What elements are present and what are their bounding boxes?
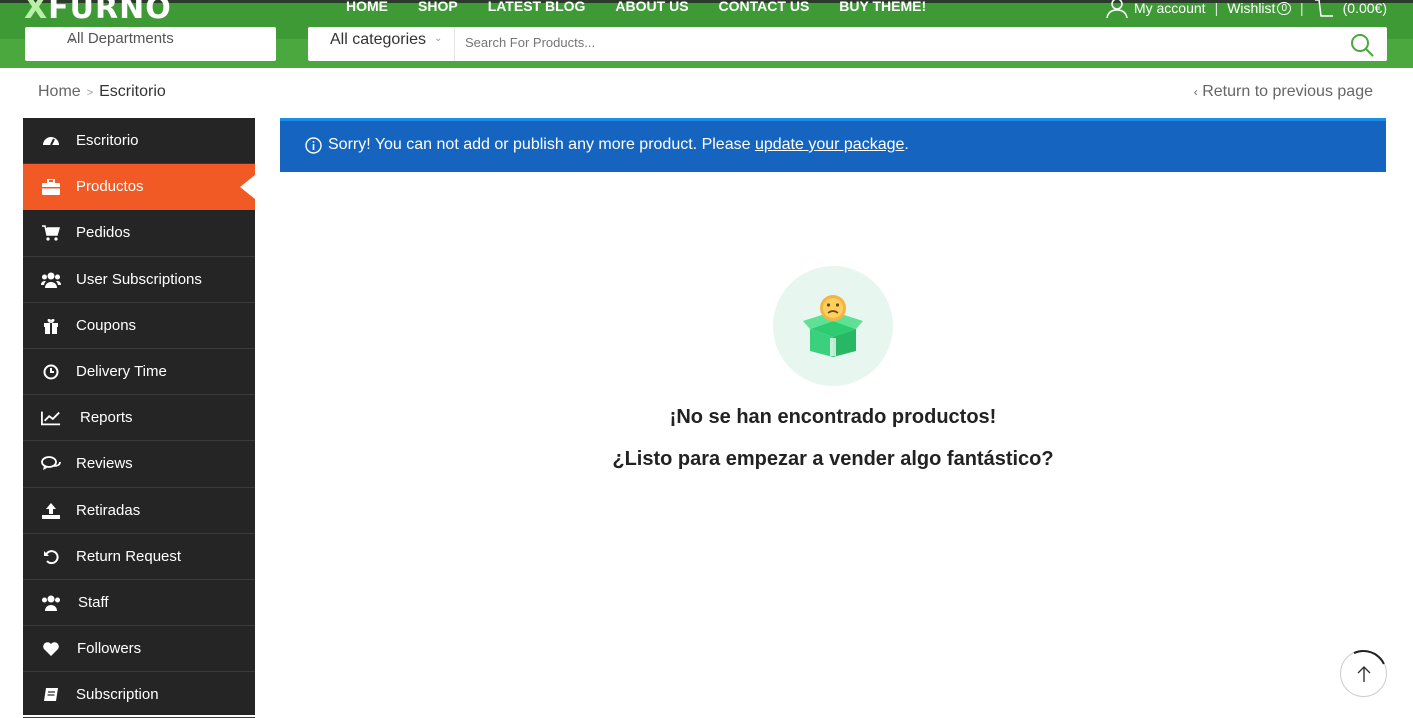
update-package-link[interactable]: update your package [755,136,904,153]
sidebar-item-escritorio[interactable]: Escritorio [23,118,255,165]
sidebar-item-label: Productos [76,178,144,196]
sidebar-item-staff[interactable]: Staff [23,580,255,627]
sidebar-item-label: Reviews [76,455,133,473]
nav-home[interactable]: HOME [346,0,388,14]
sidebar-item-label: Pedidos [76,224,131,242]
sidebar-item-user-subscriptions[interactable]: User Subscriptions [23,257,255,303]
sidebar-item-label: Return Request [76,547,182,565]
sidebar-item-label: Coupons [76,316,137,334]
empty-title: ¡No se han encontrado productos! [669,406,997,428]
scroll-to-top-button[interactable] [1333,643,1394,704]
separator: | [1214,0,1219,16]
users-icon [41,270,61,290]
briefcase-icon [41,177,61,197]
users-icon [41,593,61,613]
breadcrumb: Home > Escritorio [38,83,166,101]
logo-prefix: X [24,0,49,26]
nav-buy-theme[interactable]: BUY THEME! [839,0,926,14]
upload-icon [41,501,61,521]
cart-icon [41,223,61,243]
nav-about-us[interactable]: ABOUT US [615,0,688,14]
notice-end: . [904,136,909,153]
sidebar-item-label: Escritorio [76,132,139,150]
scroll-progress-ring [1333,643,1394,704]
category-select[interactable]: All categories ⌄ [308,27,455,61]
clock-icon [41,362,61,382]
nav-contact-us[interactable]: CONTACT US [719,0,810,14]
cart-total[interactable]: (0.00€) [1343,0,1387,16]
chevron-down-icon: ⌄ [434,33,443,44]
site-logo[interactable]: XFURNO [24,0,172,26]
sidebar-item-followers[interactable]: Followers [23,626,255,673]
empty-box-illustration [773,266,893,386]
sidebar-item-label: Followers [77,640,142,658]
sidebar-item-label: Subscription [76,686,159,704]
info-icon [305,137,322,154]
package-limit-notice: Sorry! You can not add or publish any mo… [280,118,1386,172]
nav-latest-blog[interactable]: LATEST BLOG [488,0,586,14]
chevron-left-icon: ‹ [1193,85,1198,99]
dashboard-icon [41,131,61,151]
search-icon[interactable] [1349,32,1375,58]
search-bar: All categories ⌄ [308,27,1387,61]
departments-dropdown[interactable]: All Departments ⌄ [25,27,276,61]
notice-text: Sorry! You can not add or publish any mo… [328,136,909,154]
sidebar-item-retiradas[interactable]: Retiradas [23,488,255,534]
sidebar-item-reviews[interactable]: Reviews [23,441,255,488]
sidebar-item-label: Reports [80,409,133,427]
logo-text: FURNO [48,0,172,26]
site-header: XFURNO HOME SHOP LATEST BLOG ABOUT US CO… [0,0,1413,68]
heart-icon [41,639,61,659]
sidebar-item-productos[interactable]: Productos [23,164,255,211]
sidebar-item-label: Delivery Time [76,363,167,381]
cart-icon[interactable] [1313,0,1337,18]
nav-shop[interactable]: SHOP [418,0,458,14]
sidebar-item-pedidos[interactable]: Pedidos [23,210,255,257]
main-nav: HOME SHOP LATEST BLOG ABOUT US CONTACT U… [346,0,956,14]
separator: | [1300,0,1304,16]
chart-line-icon [41,408,61,428]
sad-box-icon [803,295,863,357]
my-account-link[interactable]: My account [1134,0,1206,16]
sidebar-item-coupons[interactable]: Coupons [23,303,255,349]
return-previous-label: Return to previous page [1202,83,1373,100]
breadcrumb-home[interactable]: Home [38,83,81,100]
sidebar-item-label: Retiradas [76,501,141,519]
return-previous-link[interactable]: ‹ Return to previous page [1194,83,1373,101]
sidebar-item-delivery-time[interactable]: Delivery Time [23,349,255,396]
dashboard-sidebar: Escritorio Productos Pedidos User Subscr… [23,118,255,718]
sidebar-item-subscription[interactable]: Subscription [23,672,255,718]
account-area: My account | Wishlist 0 | (0.00€) [1106,0,1387,18]
category-label: All categories [330,31,427,48]
user-icon [1106,0,1128,18]
chevron-down-icon: ⌄ [67,31,78,45]
empty-subtitle: ¿Listo para empezar a vender algo fantás… [612,448,1054,470]
sidebar-item-return-request[interactable]: Return Request [23,534,255,580]
breadcrumb-current: Escritorio [99,83,166,100]
gift-icon [41,316,61,336]
wishlist-link[interactable]: Wishlist [1227,0,1275,16]
search-input[interactable] [465,27,1325,57]
comments-icon [41,454,61,474]
undo-icon [41,547,61,567]
notice-message: Sorry! You can not add or publish any mo… [328,136,755,153]
wishlist-count: 0 [1277,1,1291,15]
chevron-right-icon: > [86,87,94,99]
sidebar-item-reports[interactable]: Reports [23,395,255,442]
book-icon [41,685,61,705]
sidebar-item-label: User Subscriptions [76,270,202,288]
sidebar-item-label: Staff [78,593,109,611]
